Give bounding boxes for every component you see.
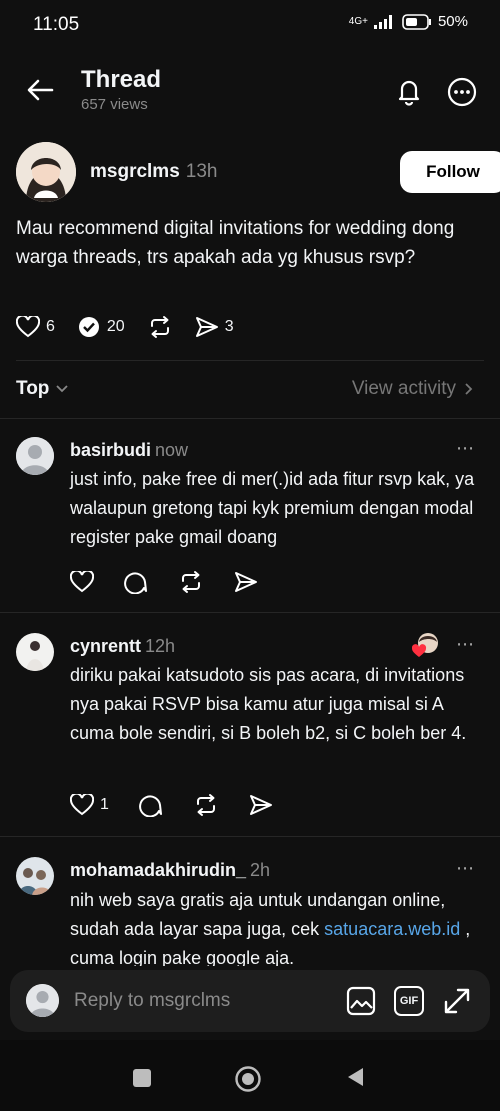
post-time: 13h [185, 161, 218, 182]
reply-author-row: basirbudi now [70, 440, 188, 461]
home-icon[interactable] [234, 1065, 262, 1093]
page-title: Thread [81, 66, 162, 93]
comment-icon [124, 572, 147, 594]
comment-action[interactable] [124, 570, 148, 594]
reply-avatar[interactable] [16, 437, 54, 475]
share-count: 3 [224, 318, 234, 335]
author-avatar[interactable] [16, 142, 76, 202]
reply-text: nih web saya gratis aja untuk undangan o… [70, 886, 490, 966]
divider [0, 612, 500, 613]
repost-icon [150, 316, 169, 338]
post-actions: 6 20 3 [16, 312, 256, 342]
reply-avatar[interactable] [16, 633, 54, 671]
reply-username[interactable]: cynrentt [70, 636, 141, 656]
chevron-right-icon [465, 383, 473, 395]
comment-action[interactable] [139, 793, 163, 817]
gif-button[interactable]: GIF [394, 986, 424, 1016]
heart-icon [70, 571, 94, 593]
sort-dropdown[interactable]: Top [16, 378, 69, 400]
reply-time: now [155, 440, 189, 460]
like-action[interactable] [70, 571, 94, 593]
repost-action[interactable] [178, 570, 204, 594]
more-options-icon[interactable] [446, 76, 478, 108]
like-count: 6 [46, 318, 55, 335]
reply-text: diriku pakai katsudoto sis pas acara, di… [70, 665, 467, 743]
send-icon [235, 572, 257, 592]
view-count: 657 views [81, 96, 148, 113]
follow-button[interactable]: Follow [400, 151, 500, 193]
like-action[interactable]: 6 [16, 316, 55, 338]
heart-icon [70, 794, 94, 816]
verified-check-icon [78, 317, 99, 337]
default-avatar-icon [26, 984, 59, 1017]
battery-icon [402, 13, 431, 30]
my-avatar [26, 984, 59, 1017]
repost-icon [182, 571, 200, 593]
author-username[interactable]: msgrclms [90, 161, 180, 182]
status-bar: 11:05 4G+ 50% [0, 0, 500, 48]
heart-icon [16, 316, 40, 338]
more-options-icon[interactable]: ⋯ [456, 634, 475, 655]
repost-action[interactable] [147, 315, 173, 339]
reply-author-row: cynrentt 12h [70, 636, 175, 657]
chevron-down-icon [56, 385, 69, 393]
back-arrow-icon[interactable] [26, 78, 54, 102]
post-text: Mau recommend digital invitations for we… [16, 218, 455, 268]
reply-time: 12h [145, 636, 176, 656]
reply-author-row: mohamadakhirudin_ 2h [70, 860, 270, 881]
repost-count-action[interactable]: 20 [77, 315, 125, 339]
repost-action[interactable] [193, 793, 219, 817]
share-action[interactable] [249, 794, 273, 816]
view-activity-label: View activity [351, 378, 456, 399]
author-name-row: msgrclms 13h [90, 161, 217, 183]
more-options-icon[interactable]: ⋯ [456, 438, 475, 459]
reply-link[interactable]: satuacara.web.id [324, 919, 460, 939]
back-triangle-icon[interactable] [345, 1066, 365, 1088]
status-icons: 4G+ 50% [349, 13, 468, 30]
default-avatar-icon [16, 437, 54, 475]
like-count: 1 [100, 796, 109, 813]
system-nav-bar [0, 1040, 500, 1111]
reply-actions: 1 [70, 793, 303, 817]
share-action[interactable]: 3 [195, 316, 234, 338]
repost-icon [196, 794, 215, 816]
gif-label: GIF [399, 995, 419, 1007]
liked-by-author-avatar-icon [412, 633, 438, 657]
reply-text: just info, pake free di mer(.)id ada fit… [70, 469, 475, 547]
reply-actions [70, 570, 288, 594]
bell-icon[interactable] [394, 76, 424, 106]
reply-username[interactable]: basirbudi [70, 440, 151, 460]
sort-label: Top [16, 378, 50, 399]
divider [16, 360, 484, 361]
reply-avatar-image [16, 633, 54, 671]
reply-time: 2h [250, 860, 271, 880]
repost-count: 20 [106, 318, 125, 335]
view-activity-link[interactable]: View activity [352, 378, 474, 400]
send-icon [249, 795, 272, 815]
reply-input[interactable]: Reply to msgrclms [74, 990, 230, 1012]
reply-avatar[interactable] [16, 857, 54, 895]
battery-percent: 50% [437, 13, 468, 30]
author-avatar-image [16, 142, 76, 202]
share-action[interactable] [234, 571, 258, 593]
image-icon[interactable] [346, 986, 376, 1016]
signal-icon [373, 14, 392, 29]
status-time: 11:05 [33, 14, 80, 35]
send-icon [195, 317, 218, 337]
reply-avatar-image [16, 857, 54, 895]
reply-username[interactable]: mohamadakhirudin_ [70, 860, 246, 880]
more-options-icon[interactable]: ⋯ [456, 858, 475, 879]
expand-icon[interactable] [442, 986, 472, 1016]
divider [0, 418, 500, 419]
thread-header: Thread 657 views [0, 60, 500, 120]
network-label: 4G+ [348, 16, 368, 27]
reply-composer[interactable]: Reply to msgrclms GIF [10, 970, 490, 1032]
divider [0, 836, 500, 837]
recent-apps-icon[interactable] [133, 1069, 151, 1087]
like-action[interactable]: 1 [70, 794, 109, 816]
comment-icon [139, 795, 162, 817]
